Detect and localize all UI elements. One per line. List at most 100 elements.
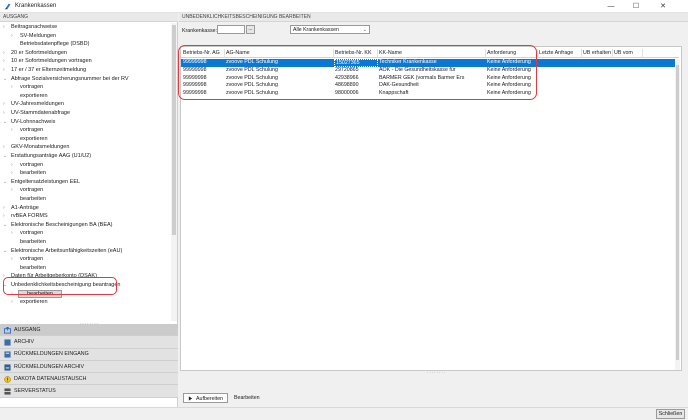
tree-item-label: vortragen bbox=[20, 187, 44, 194]
navigation-pane: AUSGANG › Beitragsnachweise › SV-Meldungen B… bbox=[0, 13, 178, 407]
chevron-right-icon[interactable]: › bbox=[11, 32, 18, 41]
chevron-right-icon[interactable]: › bbox=[11, 255, 18, 264]
tree-item[interactable]: › exportieren bbox=[11, 298, 50, 307]
tree-item-label: Entgeltersatzleistungen EEL bbox=[11, 178, 81, 185]
insurer-browse-button[interactable]: ... bbox=[246, 25, 255, 34]
tree-item[interactable]: ⌄ Elektronische Bescheinigungen BA (BEA) bbox=[3, 221, 115, 230]
tree-item[interactable]: ⌄ Erstattungsanträge AAG (U1/U2) bbox=[3, 152, 93, 161]
column-header[interactable]: UB erhalten bbox=[582, 49, 613, 58]
nav-section-button[interactable]: AUSGANG bbox=[0, 324, 178, 337]
table-cell bbox=[582, 82, 613, 90]
chevron-right-icon[interactable]: › bbox=[11, 83, 18, 92]
tree-item-label: 17 er / 37 er Elternzeitmeldung bbox=[11, 67, 87, 73]
tree-item-label: GKV-Monatsmeldungen bbox=[11, 144, 70, 151]
tree-item[interactable]: › 10 er Sofortmeldungen vortragen bbox=[3, 57, 94, 66]
nav-section-button[interactable]: DAKOTA DATENAUSTAUSCH bbox=[0, 373, 178, 386]
tree-item-label: Beitragsnachweise bbox=[11, 24, 58, 30]
nav-section-label: ARCHIV bbox=[14, 338, 35, 345]
table-cell bbox=[538, 90, 582, 98]
tree-item[interactable]: › 20 er Sofortmeldungen bbox=[3, 49, 69, 58]
status-bar: Schließen bbox=[0, 407, 688, 420]
tree-item[interactable]: ⌄ Elektronische Arbeitsunfähigkeitszeiten… bbox=[3, 247, 124, 256]
annotation-highlight bbox=[3, 277, 117, 295]
server-icon bbox=[4, 388, 11, 395]
content-header: UNBEDENKLICHKEITSBESCHEINIGUNG BEARBEITE… bbox=[179, 13, 688, 22]
tree-item[interactable]: › rvBEA FORMS bbox=[3, 212, 50, 221]
tree-item[interactable]: › vortragen bbox=[11, 255, 45, 264]
chevron-right-icon[interactable]: › bbox=[11, 169, 18, 178]
tree-item[interactable]: › vortragen bbox=[11, 186, 45, 195]
tree-item-label: bearbeiten bbox=[20, 196, 46, 202]
nav-section-button[interactable]: RÜCKMELDUNGEN EINGANG bbox=[0, 348, 178, 361]
nav-section-button[interactable]: ARCHIV bbox=[0, 336, 178, 349]
tree-item-label: bearbeiten bbox=[20, 170, 46, 177]
scrollbar-thumb[interactable] bbox=[172, 25, 176, 235]
table-cell bbox=[538, 67, 582, 75]
tree-item[interactable]: › vortragen bbox=[11, 126, 45, 135]
tree-item[interactable]: exportieren bbox=[11, 135, 50, 144]
tree-item[interactable]: › A1-Anträge bbox=[3, 204, 41, 213]
nav-section-label: AUSGANG bbox=[14, 326, 41, 333]
chevron-right-icon[interactable]: › bbox=[11, 186, 18, 195]
tree-item[interactable]: › UV-Stammdatenabfrage bbox=[3, 109, 72, 118]
tree-item-label: vortragen bbox=[20, 127, 44, 134]
nav-section-button[interactable]: SERVERSTATUS bbox=[0, 385, 178, 398]
tree-item[interactable]: › UV-Jahresmeldungen bbox=[3, 100, 66, 109]
action-tab[interactable]: Aufbereiten bbox=[183, 393, 229, 403]
table-cell bbox=[582, 90, 613, 98]
tree-item-label: vortragen bbox=[20, 230, 44, 237]
action-tab-label: Bearbeiten bbox=[234, 395, 260, 401]
tree-item[interactable]: exportieren bbox=[11, 92, 50, 101]
table-cell bbox=[538, 82, 582, 90]
insurer-filter-input[interactable] bbox=[217, 25, 245, 34]
tree-item[interactable]: ⌄ UV-Lohnnachweis bbox=[3, 118, 57, 127]
tree-item-label: UV-Stammdatenabfrage bbox=[11, 110, 71, 116]
grid-splitter[interactable]: ........ bbox=[427, 369, 446, 375]
tree-item-label: rvBEA FORMS bbox=[11, 213, 48, 220]
navigation-sections: AUSGANG ARCHIV RÜCKMELDUNGEN EINGANG RÜCKME… bbox=[0, 324, 178, 398]
tree-item[interactable]: bearbeiten bbox=[11, 264, 48, 273]
column-header[interactable]: UB vom bbox=[613, 49, 643, 58]
insurer-select[interactable]: Alle Krankenkassen ⌄ bbox=[290, 25, 370, 34]
tree-item-label: Abfrage Sozialversicherungsnummer bei de… bbox=[11, 75, 129, 82]
chevron-right-icon[interactable]: › bbox=[11, 229, 18, 238]
table-cell bbox=[613, 90, 643, 98]
tree-item[interactable]: › vortragen bbox=[11, 83, 45, 92]
nav-section-button[interactable]: RÜCKMELDUNGEN ARCHIV bbox=[0, 360, 178, 374]
table-cell bbox=[582, 59, 613, 67]
tree-item[interactable]: › GKV-Monatsmeldungen bbox=[3, 143, 71, 152]
tree-item[interactable]: › bearbeiten bbox=[11, 169, 48, 178]
minimize-button[interactable]: — bbox=[600, 0, 622, 13]
tree-item[interactable]: › 17 er / 37 er Elternzeitmeldung bbox=[3, 66, 88, 75]
chevron-right-icon[interactable]: › bbox=[11, 161, 18, 170]
action-tab[interactable]: Bearbeiten bbox=[230, 393, 264, 403]
grid-scrollbar[interactable] bbox=[675, 59, 680, 370]
tree-item[interactable]: ⌄ Entgeltersatzleistungen EEL bbox=[3, 178, 82, 187]
tree-item-label: exportieren bbox=[20, 92, 48, 99]
tree-item[interactable]: bearbeiten bbox=[11, 238, 48, 247]
tree-item[interactable]: › SV-Meldungen bbox=[11, 32, 58, 41]
tree-item[interactable]: › Beitragsnachweise bbox=[3, 23, 59, 32]
chevron-right-icon[interactable]: › bbox=[11, 126, 18, 135]
tree-item-label: exportieren bbox=[20, 135, 48, 142]
insurer-select-value: Alle Krankenkassen bbox=[293, 27, 339, 33]
tree-scrollbar[interactable] bbox=[171, 23, 177, 321]
tree-item[interactable]: ⌄ Abfrage Sozialversicherungsnummer bei d… bbox=[3, 75, 131, 84]
chevron-right-icon[interactable]: › bbox=[11, 298, 18, 307]
tree-item-label: UV-Lohnnachweis bbox=[11, 118, 56, 125]
nav-section-label: DAKOTA DATENAUSTAUSCH bbox=[14, 375, 87, 382]
tree-item[interactable]: bearbeiten bbox=[11, 195, 48, 204]
table-cell bbox=[538, 75, 582, 83]
table-cell bbox=[582, 67, 613, 75]
scrollbar-thumb[interactable] bbox=[676, 65, 679, 360]
maximize-button[interactable]: ☐ bbox=[625, 0, 647, 13]
close-button[interactable]: Schließen bbox=[656, 409, 685, 419]
insurer-filter-label: Krankenkasse: bbox=[182, 28, 218, 34]
tree-item-label: vortragen bbox=[20, 161, 44, 168]
tree-item[interactable]: › vortragen bbox=[11, 161, 45, 170]
column-header[interactable]: Letzte Anfrage bbox=[538, 49, 582, 58]
close-window-button[interactable]: ✕ bbox=[652, 0, 674, 13]
tree-item[interactable]: › vortragen bbox=[11, 229, 45, 238]
tree-item[interactable]: Betriebsdatenpflege (DSBD) bbox=[11, 40, 91, 49]
tree-item-label: Elektronische Arbeitsunfähigkeitszeiten … bbox=[11, 247, 123, 254]
